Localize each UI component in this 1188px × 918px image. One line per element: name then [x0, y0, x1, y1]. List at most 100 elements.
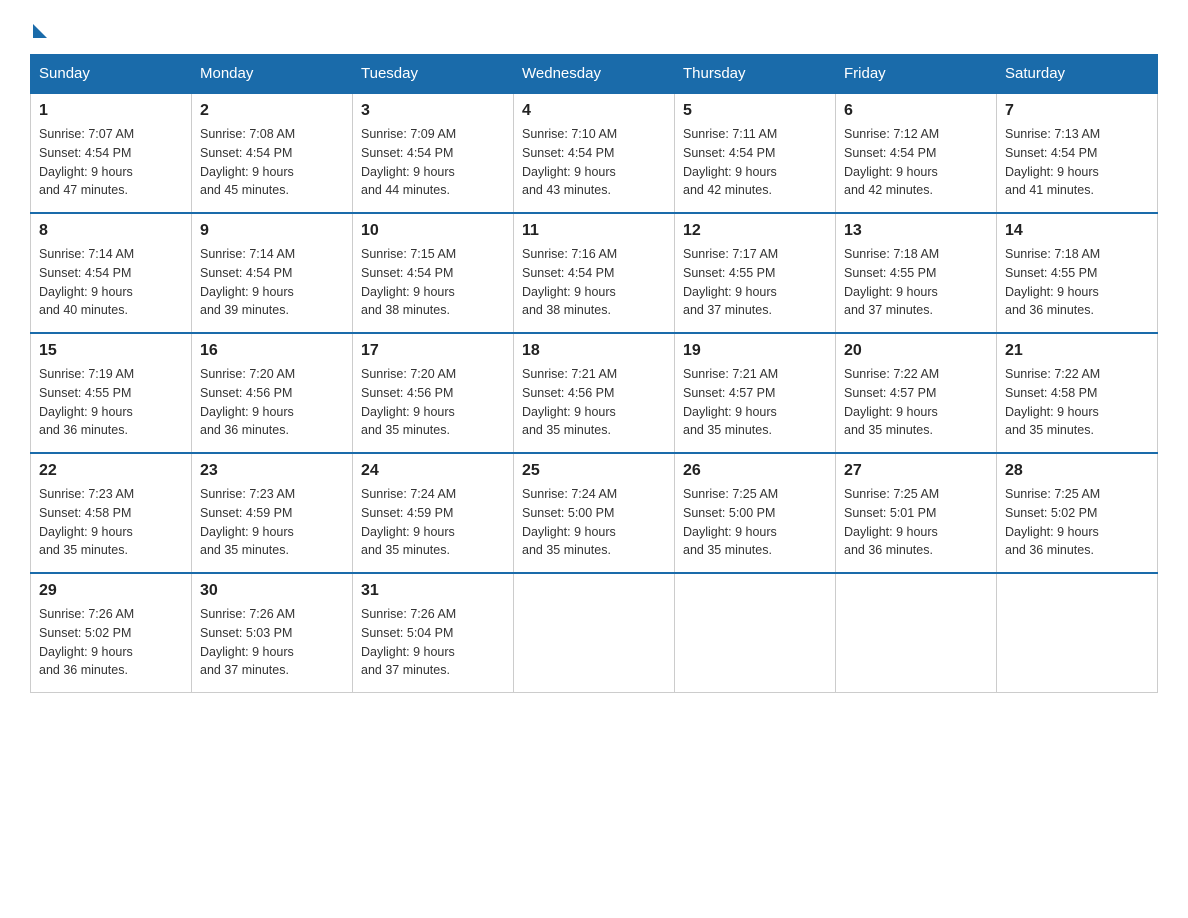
calendar-cell: 29 Sunrise: 7:26 AM Sunset: 5:02 PM Dayl…	[31, 573, 192, 693]
day-number: 15	[39, 342, 183, 360]
day-info: Sunrise: 7:26 AM Sunset: 5:03 PM Dayligh…	[200, 605, 344, 680]
calendar-cell	[836, 573, 997, 693]
calendar-week-2: 8 Sunrise: 7:14 AM Sunset: 4:54 PM Dayli…	[31, 213, 1158, 333]
calendar-cell: 30 Sunrise: 7:26 AM Sunset: 5:03 PM Dayl…	[192, 573, 353, 693]
calendar-cell: 6 Sunrise: 7:12 AM Sunset: 4:54 PM Dayli…	[836, 93, 997, 213]
calendar-header-monday: Monday	[192, 55, 353, 94]
day-info: Sunrise: 7:14 AM Sunset: 4:54 PM Dayligh…	[200, 245, 344, 320]
day-info: Sunrise: 7:22 AM Sunset: 4:58 PM Dayligh…	[1005, 365, 1149, 440]
day-info: Sunrise: 7:26 AM Sunset: 5:04 PM Dayligh…	[361, 605, 505, 680]
day-number: 26	[683, 462, 827, 480]
day-number: 30	[200, 582, 344, 600]
day-info: Sunrise: 7:24 AM Sunset: 4:59 PM Dayligh…	[361, 485, 505, 560]
calendar-cell	[997, 573, 1158, 693]
calendar-cell: 26 Sunrise: 7:25 AM Sunset: 5:00 PM Dayl…	[675, 453, 836, 573]
calendar-cell: 8 Sunrise: 7:14 AM Sunset: 4:54 PM Dayli…	[31, 213, 192, 333]
calendar-cell: 25 Sunrise: 7:24 AM Sunset: 5:00 PM Dayl…	[514, 453, 675, 573]
day-info: Sunrise: 7:25 AM Sunset: 5:01 PM Dayligh…	[844, 485, 988, 560]
calendar-header-wednesday: Wednesday	[514, 55, 675, 94]
day-info: Sunrise: 7:24 AM Sunset: 5:00 PM Dayligh…	[522, 485, 666, 560]
day-number: 27	[844, 462, 988, 480]
day-info: Sunrise: 7:23 AM Sunset: 4:58 PM Dayligh…	[39, 485, 183, 560]
day-info: Sunrise: 7:15 AM Sunset: 4:54 PM Dayligh…	[361, 245, 505, 320]
calendar-cell: 28 Sunrise: 7:25 AM Sunset: 5:02 PM Dayl…	[997, 453, 1158, 573]
day-number: 3	[361, 102, 505, 120]
day-info: Sunrise: 7:21 AM Sunset: 4:56 PM Dayligh…	[522, 365, 666, 440]
day-info: Sunrise: 7:17 AM Sunset: 4:55 PM Dayligh…	[683, 245, 827, 320]
day-number: 9	[200, 222, 344, 240]
day-info: Sunrise: 7:20 AM Sunset: 4:56 PM Dayligh…	[361, 365, 505, 440]
day-number: 25	[522, 462, 666, 480]
calendar-header-tuesday: Tuesday	[353, 55, 514, 94]
day-info: Sunrise: 7:19 AM Sunset: 4:55 PM Dayligh…	[39, 365, 183, 440]
calendar-header-thursday: Thursday	[675, 55, 836, 94]
day-info: Sunrise: 7:25 AM Sunset: 5:00 PM Dayligh…	[683, 485, 827, 560]
day-info: Sunrise: 7:11 AM Sunset: 4:54 PM Dayligh…	[683, 125, 827, 200]
calendar-cell: 31 Sunrise: 7:26 AM Sunset: 5:04 PM Dayl…	[353, 573, 514, 693]
day-number: 18	[522, 342, 666, 360]
calendar-cell: 1 Sunrise: 7:07 AM Sunset: 4:54 PM Dayli…	[31, 93, 192, 213]
day-info: Sunrise: 7:13 AM Sunset: 4:54 PM Dayligh…	[1005, 125, 1149, 200]
calendar-week-5: 29 Sunrise: 7:26 AM Sunset: 5:02 PM Dayl…	[31, 573, 1158, 693]
day-info: Sunrise: 7:08 AM Sunset: 4:54 PM Dayligh…	[200, 125, 344, 200]
day-number: 22	[39, 462, 183, 480]
day-number: 10	[361, 222, 505, 240]
day-info: Sunrise: 7:20 AM Sunset: 4:56 PM Dayligh…	[200, 365, 344, 440]
day-info: Sunrise: 7:07 AM Sunset: 4:54 PM Dayligh…	[39, 125, 183, 200]
day-info: Sunrise: 7:18 AM Sunset: 4:55 PM Dayligh…	[844, 245, 988, 320]
calendar-header-sunday: Sunday	[31, 55, 192, 94]
calendar-cell: 2 Sunrise: 7:08 AM Sunset: 4:54 PM Dayli…	[192, 93, 353, 213]
day-number: 31	[361, 582, 505, 600]
calendar-cell: 3 Sunrise: 7:09 AM Sunset: 4:54 PM Dayli…	[353, 93, 514, 213]
day-info: Sunrise: 7:12 AM Sunset: 4:54 PM Dayligh…	[844, 125, 988, 200]
page-header	[30, 20, 1158, 34]
calendar-cell: 11 Sunrise: 7:16 AM Sunset: 4:54 PM Dayl…	[514, 213, 675, 333]
day-number: 21	[1005, 342, 1149, 360]
calendar-cell: 14 Sunrise: 7:18 AM Sunset: 4:55 PM Dayl…	[997, 213, 1158, 333]
day-info: Sunrise: 7:23 AM Sunset: 4:59 PM Dayligh…	[200, 485, 344, 560]
day-info: Sunrise: 7:16 AM Sunset: 4:54 PM Dayligh…	[522, 245, 666, 320]
day-number: 13	[844, 222, 988, 240]
day-number: 11	[522, 222, 666, 240]
day-number: 5	[683, 102, 827, 120]
calendar-cell: 9 Sunrise: 7:14 AM Sunset: 4:54 PM Dayli…	[192, 213, 353, 333]
day-number: 16	[200, 342, 344, 360]
logo-arrow-icon	[33, 24, 47, 38]
day-number: 12	[683, 222, 827, 240]
day-number: 20	[844, 342, 988, 360]
day-number: 7	[1005, 102, 1149, 120]
calendar-cell: 17 Sunrise: 7:20 AM Sunset: 4:56 PM Dayl…	[353, 333, 514, 453]
day-info: Sunrise: 7:25 AM Sunset: 5:02 PM Dayligh…	[1005, 485, 1149, 560]
calendar-cell: 16 Sunrise: 7:20 AM Sunset: 4:56 PM Dayl…	[192, 333, 353, 453]
day-info: Sunrise: 7:22 AM Sunset: 4:57 PM Dayligh…	[844, 365, 988, 440]
calendar-cell: 23 Sunrise: 7:23 AM Sunset: 4:59 PM Dayl…	[192, 453, 353, 573]
calendar-cell: 24 Sunrise: 7:24 AM Sunset: 4:59 PM Dayl…	[353, 453, 514, 573]
day-number: 23	[200, 462, 344, 480]
calendar-cell: 12 Sunrise: 7:17 AM Sunset: 4:55 PM Dayl…	[675, 213, 836, 333]
logo	[30, 20, 47, 34]
calendar-cell: 19 Sunrise: 7:21 AM Sunset: 4:57 PM Dayl…	[675, 333, 836, 453]
day-number: 2	[200, 102, 344, 120]
day-info: Sunrise: 7:14 AM Sunset: 4:54 PM Dayligh…	[39, 245, 183, 320]
calendar-cell: 7 Sunrise: 7:13 AM Sunset: 4:54 PM Dayli…	[997, 93, 1158, 213]
day-info: Sunrise: 7:10 AM Sunset: 4:54 PM Dayligh…	[522, 125, 666, 200]
calendar-cell: 22 Sunrise: 7:23 AM Sunset: 4:58 PM Dayl…	[31, 453, 192, 573]
calendar-cell: 27 Sunrise: 7:25 AM Sunset: 5:01 PM Dayl…	[836, 453, 997, 573]
day-number: 17	[361, 342, 505, 360]
calendar-table: SundayMondayTuesdayWednesdayThursdayFrid…	[30, 54, 1158, 693]
day-number: 28	[1005, 462, 1149, 480]
calendar-header-friday: Friday	[836, 55, 997, 94]
day-number: 24	[361, 462, 505, 480]
day-number: 19	[683, 342, 827, 360]
calendar-week-3: 15 Sunrise: 7:19 AM Sunset: 4:55 PM Dayl…	[31, 333, 1158, 453]
calendar-cell: 15 Sunrise: 7:19 AM Sunset: 4:55 PM Dayl…	[31, 333, 192, 453]
calendar-cell: 13 Sunrise: 7:18 AM Sunset: 4:55 PM Dayl…	[836, 213, 997, 333]
calendar-cell: 4 Sunrise: 7:10 AM Sunset: 4:54 PM Dayli…	[514, 93, 675, 213]
calendar-header-saturday: Saturday	[997, 55, 1158, 94]
calendar-cell: 10 Sunrise: 7:15 AM Sunset: 4:54 PM Dayl…	[353, 213, 514, 333]
day-number: 14	[1005, 222, 1149, 240]
day-number: 1	[39, 102, 183, 120]
day-info: Sunrise: 7:09 AM Sunset: 4:54 PM Dayligh…	[361, 125, 505, 200]
day-info: Sunrise: 7:26 AM Sunset: 5:02 PM Dayligh…	[39, 605, 183, 680]
calendar-week-1: 1 Sunrise: 7:07 AM Sunset: 4:54 PM Dayli…	[31, 93, 1158, 213]
